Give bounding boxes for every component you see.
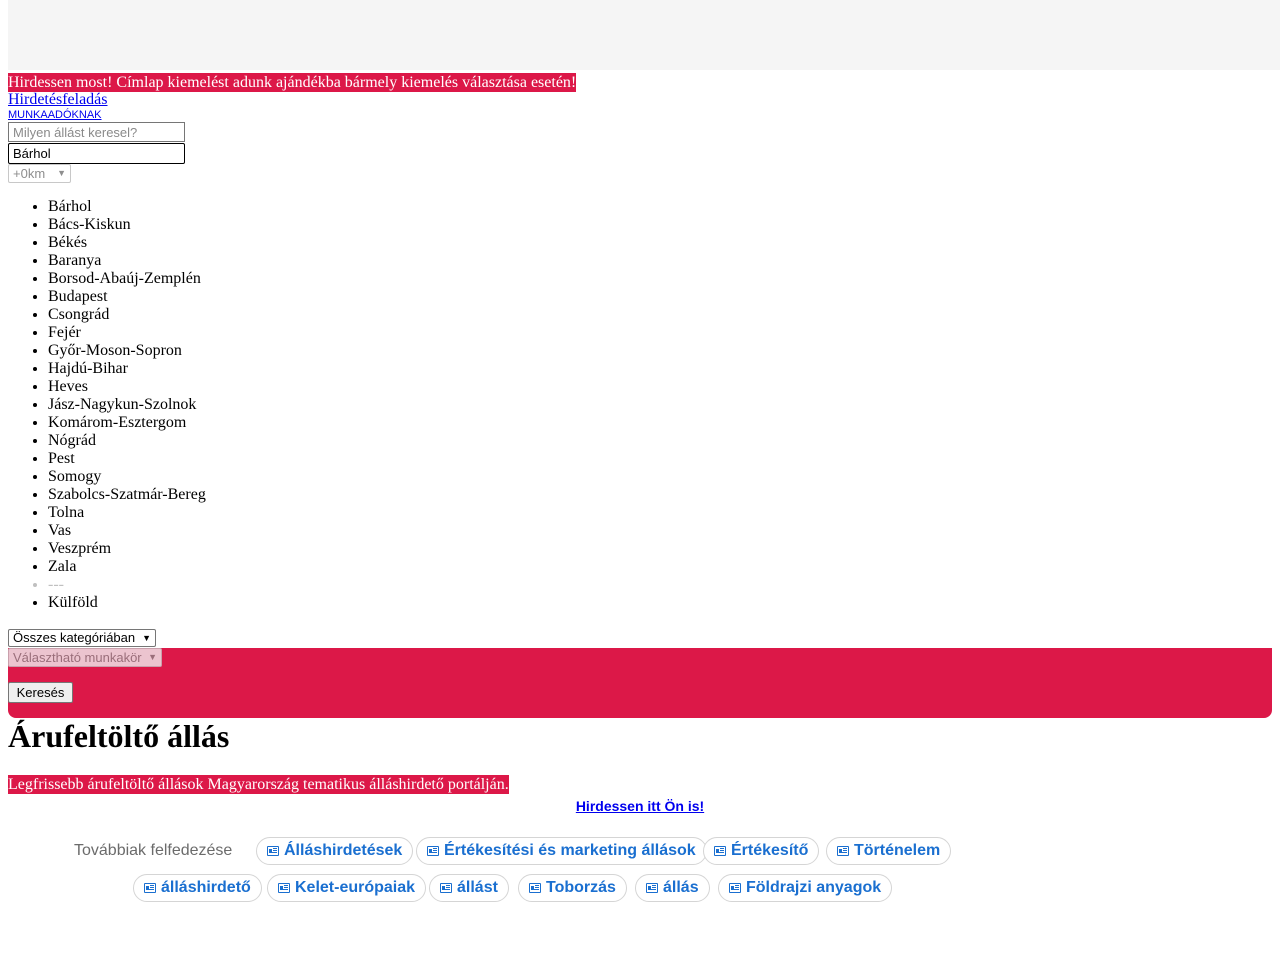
news-icon: [714, 846, 726, 856]
county-option[interactable]: Zala: [48, 558, 206, 576]
news-icon: [646, 883, 658, 893]
chip-label: Toborzás: [546, 879, 616, 896]
role-select[interactable]: Választható munkakör ▼: [8, 648, 162, 667]
county-option[interactable]: Bács-Kiskun: [48, 216, 206, 234]
county-option[interactable]: Pest: [48, 450, 206, 468]
chip-label: állást: [457, 879, 498, 896]
chevron-down-icon: ▼: [148, 652, 157, 662]
county-list: Bárhol Bács-Kiskun Békés Baranya Borsod-…: [8, 198, 206, 612]
explore-chip[interactable]: Toborzás: [518, 874, 627, 902]
promo-banner[interactable]: Hirdessen most! Címlap kiemelést adunk a…: [8, 73, 577, 92]
chip-label: Álláshirdetések: [284, 842, 403, 859]
chevron-down-icon: ▼: [57, 168, 66, 178]
county-option[interactable]: Bárhol: [48, 198, 206, 216]
news-icon: [427, 846, 439, 856]
chip-label: állás: [663, 879, 699, 896]
news-icon: [837, 846, 849, 856]
category-value: Összes kategóriában: [13, 630, 136, 645]
county-option[interactable]: Tolna: [48, 504, 206, 522]
chip-label: Történelem: [854, 842, 941, 859]
county-option[interactable]: Csongrád: [48, 306, 206, 324]
explore-chip[interactable]: Kelet-európaiak: [267, 874, 427, 902]
page-title: Árufeltöltő állás: [8, 718, 230, 754]
news-icon: [440, 883, 452, 893]
county-option[interactable]: Vas: [48, 522, 206, 540]
news-icon: [267, 846, 279, 856]
county-option[interactable]: Borsod-Abaúj-Zemplén: [48, 270, 206, 288]
chip-label: Kelet-európaiak: [295, 879, 416, 896]
page-subtitle: Legfrissebb árufeltöltő állások Magyaror…: [8, 775, 509, 794]
county-option[interactable]: Baranya: [48, 252, 206, 270]
county-option[interactable]: Külföld: [48, 594, 206, 612]
role-value: Választható munkakör: [13, 650, 142, 665]
explore-label: Továbbiak felfedezése: [74, 842, 233, 859]
county-option[interactable]: Fejér: [48, 324, 206, 342]
chevron-down-icon: ▼: [142, 633, 151, 643]
county-option[interactable]: Nógrád: [48, 432, 206, 450]
search-panel: [8, 648, 1272, 718]
explore-chip[interactable]: állást: [429, 874, 509, 902]
radius-select[interactable]: +0km ▼: [8, 164, 71, 183]
post-ad-link[interactable]: Hirdetésfeladás: [8, 91, 108, 109]
county-option[interactable]: Somogy: [48, 468, 206, 486]
explore-chip[interactable]: állás: [635, 874, 710, 902]
news-icon: [144, 883, 156, 893]
county-option[interactable]: Szabolcs-Szatmár-Bereg: [48, 486, 206, 504]
chip-label: Értékesítési és marketing állások: [444, 842, 696, 859]
county-option[interactable]: Hajdú-Bihar: [48, 360, 206, 378]
explore-chip[interactable]: Földrajzi anyagok: [718, 874, 893, 902]
county-option[interactable]: Komárom-Esztergom: [48, 414, 206, 432]
explore-chip[interactable]: Értékesítő: [703, 837, 820, 865]
news-icon: [729, 883, 741, 893]
advertise-link[interactable]: Hirdessen itt Ön is!: [0, 798, 1280, 814]
county-option[interactable]: Békés: [48, 234, 206, 252]
explore-chip[interactable]: Történelem: [826, 837, 952, 865]
county-option[interactable]: Heves: [48, 378, 206, 396]
category-select[interactable]: Összes kategóriában ▼: [8, 629, 156, 647]
county-option[interactable]: Veszprém: [48, 540, 206, 558]
chip-label: Értékesítő: [731, 842, 809, 859]
header-area: [8, 0, 1280, 70]
explore-chip[interactable]: álláshirdető: [133, 874, 262, 902]
location-input[interactable]: [8, 143, 185, 164]
news-icon: [278, 883, 290, 893]
job-search-input[interactable]: [8, 122, 185, 142]
county-separator: ---: [48, 576, 206, 594]
chip-label: álláshirdető: [161, 879, 251, 896]
news-icon: [529, 883, 541, 893]
radius-value: +0km: [13, 166, 46, 181]
chip-label: Földrajzi anyagok: [746, 879, 882, 896]
county-option[interactable]: Győr-Moson-Sopron: [48, 342, 206, 360]
county-option[interactable]: Budapest: [48, 288, 206, 306]
explore-chip[interactable]: Értékesítési és marketing állások: [416, 837, 707, 865]
employers-link[interactable]: MUNKAADÓKNAK: [8, 109, 102, 121]
explore-chip[interactable]: Álláshirdetések: [256, 837, 414, 865]
county-option[interactable]: Jász-Nagykun-Szolnok: [48, 396, 206, 414]
search-button[interactable]: Keresés: [8, 682, 73, 703]
